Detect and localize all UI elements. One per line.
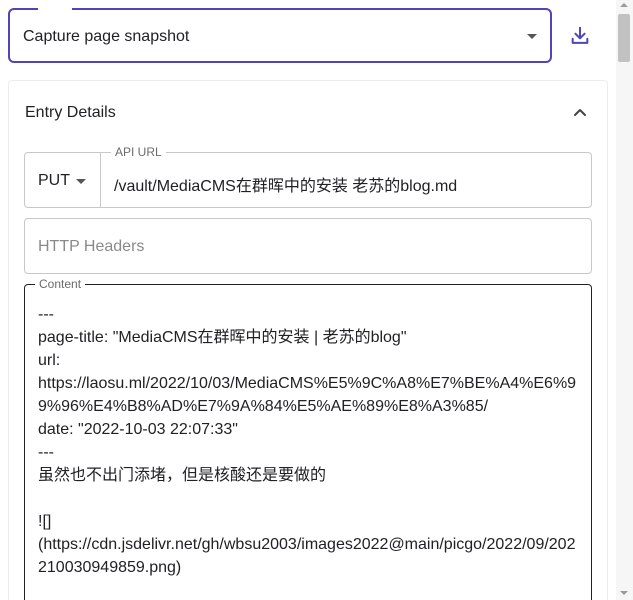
action-select-value: Capture page snapshot bbox=[23, 28, 190, 45]
chevron-up-icon[interactable] bbox=[572, 104, 588, 120]
scroll-up-arrow-icon[interactable] bbox=[620, 3, 628, 7]
content-textarea[interactable]: Content --- page-title: "MediaCMS在群晖中的安装… bbox=[24, 277, 592, 600]
http-method-select[interactable]: PUT bbox=[24, 152, 101, 208]
http-method-value: PUT bbox=[38, 172, 70, 189]
api-url-label: API URL bbox=[111, 145, 166, 159]
http-headers-field[interactable]: HTTP Headers bbox=[24, 218, 592, 274]
content-text: --- page-title: "MediaCMS在群晖中的安装 | 老苏的bl… bbox=[38, 306, 577, 576]
download-icon bbox=[571, 26, 589, 44]
action-select[interactable]: Capture page snapshot bbox=[8, 7, 552, 63]
download-button[interactable] bbox=[566, 22, 594, 50]
http-headers-placeholder: HTTP Headers bbox=[38, 238, 145, 255]
scroll-down-arrow-icon[interactable] bbox=[620, 591, 628, 595]
chevron-down-icon bbox=[76, 179, 86, 184]
panel-title: Entry Details bbox=[25, 104, 116, 121]
api-url-field[interactable]: API URL /vault/MediaCMS在群晖中的安装 老苏的blog.m… bbox=[100, 145, 592, 208]
scrollbar[interactable] bbox=[616, 0, 633, 600]
api-url-value: /vault/MediaCMS在群晖中的安装 老苏的blog.md bbox=[114, 178, 458, 195]
chevron-down-icon bbox=[527, 34, 537, 39]
scrollbar-thumb[interactable] bbox=[618, 14, 630, 62]
select-label-notch bbox=[38, 7, 72, 12]
content-label: Content bbox=[35, 277, 86, 291]
